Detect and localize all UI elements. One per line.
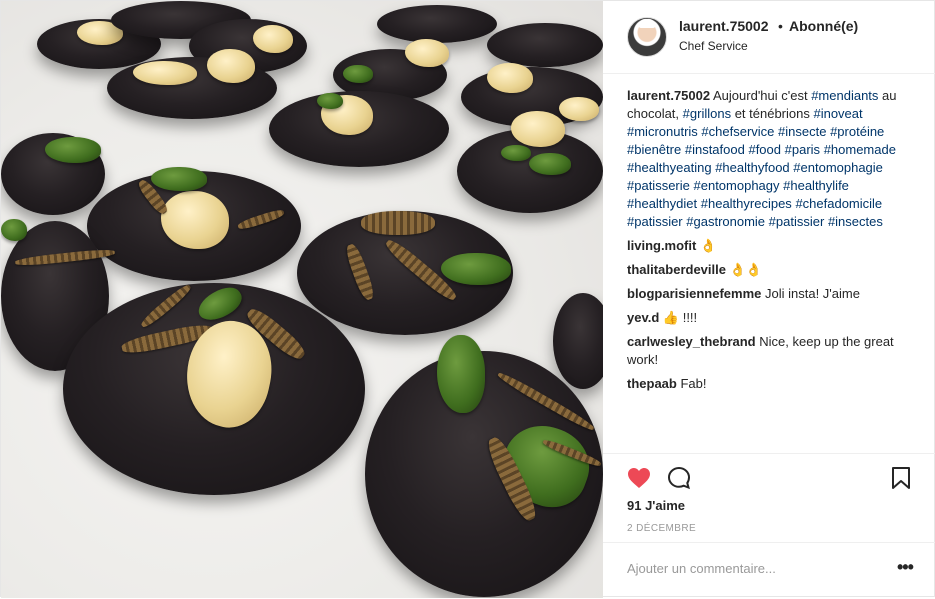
comment-username[interactable]: thalitaberdeville xyxy=(627,262,726,277)
almond xyxy=(487,63,533,93)
post-header: laurent.75002 • Abonné(e) Chef Service xyxy=(603,1,935,74)
chocolate-disc xyxy=(377,5,497,43)
caption-text-segment: Aujourd'hui c'est xyxy=(713,88,812,103)
almond xyxy=(161,191,229,249)
hashtag-link[interactable]: #gastronomie xyxy=(686,214,765,229)
pistachio xyxy=(45,137,101,163)
pistachio xyxy=(437,335,485,413)
avatar[interactable] xyxy=(627,17,667,57)
hashtag-link[interactable]: #insecte xyxy=(778,124,826,139)
hashtag-link[interactable]: #bienêtre xyxy=(627,142,681,157)
hashtag-link[interactable]: #healthyfood xyxy=(715,160,789,175)
hashtag-link[interactable]: #chefservice xyxy=(701,124,774,139)
heart-icon[interactable] xyxy=(627,467,651,494)
comment-text: 👍 !!!! xyxy=(662,310,698,325)
caption-text-segment: et ténébrions xyxy=(731,106,814,121)
pistachio xyxy=(343,65,373,83)
chocolate-disc xyxy=(487,23,603,67)
hashtag-link[interactable]: #homemade xyxy=(824,142,896,157)
hashtag-link[interactable]: #inoveat xyxy=(813,106,862,121)
hashtag-link[interactable]: #entomophagy xyxy=(694,178,780,193)
pistachio xyxy=(501,145,531,161)
pistachio xyxy=(441,253,511,285)
add-comment-bar: ••• xyxy=(603,542,935,599)
almond xyxy=(207,49,255,83)
comment-username[interactable]: carlwesley_thebrand xyxy=(627,334,756,349)
hashtag-link[interactable]: #mendiants xyxy=(811,88,878,103)
comment-username[interactable]: living.mofit xyxy=(627,238,696,253)
comment-username[interactable]: blogparisiennefemme xyxy=(627,286,761,301)
hashtag-link[interactable]: #chefadomicile xyxy=(795,196,882,211)
hashtag-link[interactable]: #patissier xyxy=(627,214,683,229)
pistachio xyxy=(1,219,27,241)
cricket xyxy=(361,211,435,235)
hashtag-link[interactable]: #patisserie xyxy=(627,178,690,193)
pistachio xyxy=(151,167,207,191)
almond xyxy=(405,39,449,67)
author-username[interactable]: laurent.75002 xyxy=(679,18,769,34)
hashtag-link[interactable]: #paris xyxy=(785,142,820,157)
hashtag-link[interactable]: #grillons xyxy=(683,106,731,121)
almond xyxy=(133,61,197,85)
comment-username[interactable]: yev.d xyxy=(627,310,659,325)
comment: blogparisiennefemme Joli insta! J'aime xyxy=(627,285,917,303)
hashtag-link[interactable]: #insectes xyxy=(828,214,883,229)
almond xyxy=(511,111,565,147)
more-options-button[interactable]: ••• xyxy=(897,557,914,578)
add-comment-input[interactable] xyxy=(625,560,879,577)
hashtag-link[interactable]: #micronutris xyxy=(627,124,698,139)
comment-text: Fab! xyxy=(680,376,707,391)
hashtag-link[interactable]: #healthydiet xyxy=(627,196,697,211)
hashtag-link[interactable]: #instafood xyxy=(685,142,745,157)
instagram-post: laurent.75002 • Abonné(e) Chef Service l… xyxy=(0,0,935,598)
comment-text: 👌 xyxy=(699,238,717,253)
chocolate-disc xyxy=(553,293,603,389)
post-actions xyxy=(603,453,935,498)
comment: thepaab Fab! xyxy=(627,375,917,393)
comment-username[interactable]: thepaab xyxy=(627,376,677,391)
comment-text: 👌👌 xyxy=(729,262,762,277)
hashtag-link[interactable]: #protéine xyxy=(830,124,884,139)
comment: living.mofit 👌 xyxy=(627,237,917,255)
caption-username[interactable]: laurent.75002 xyxy=(627,88,710,103)
comment: carlwesley_thebrand Nice, keep up the gr… xyxy=(627,333,917,369)
hashtag-link[interactable]: #entomophagie xyxy=(793,160,883,175)
bookmark-icon[interactable] xyxy=(891,466,911,495)
header-separator: • xyxy=(778,18,783,34)
post-photo[interactable] xyxy=(1,1,603,598)
caption-text: Aujourd'hui c'est #mendiants au chocolat… xyxy=(627,88,897,229)
almond xyxy=(253,25,293,53)
pistachio xyxy=(317,93,343,109)
author-subtitle: Chef Service xyxy=(679,39,748,53)
hashtag-link[interactable]: #healthylife xyxy=(783,178,849,193)
hashtag-link[interactable]: #healthyeating xyxy=(627,160,712,175)
post-side-panel: laurent.75002 • Abonné(e) Chef Service l… xyxy=(603,1,935,598)
comment-text: Joli insta! J'aime xyxy=(765,286,860,301)
likes-count[interactable]: 91 J'aime xyxy=(627,498,685,513)
comment-icon[interactable] xyxy=(667,466,691,495)
pistachio xyxy=(529,153,571,175)
almond xyxy=(559,97,599,121)
follow-status-button[interactable]: Abonné(e) xyxy=(789,18,858,34)
post-date[interactable]: 2 DÉCEMBRE xyxy=(627,523,696,534)
hashtag-link[interactable]: #healthyrecipes xyxy=(701,196,792,211)
caption: laurent.75002 Aujourd'hui c'est #mendian… xyxy=(627,87,917,231)
hashtag-link[interactable]: #patissier xyxy=(769,214,825,229)
comments-list: laurent.75002 Aujourd'hui c'est #mendian… xyxy=(627,87,917,399)
comment: yev.d 👍 !!!! xyxy=(627,309,917,327)
comment: thalitaberdeville 👌👌 xyxy=(627,261,917,279)
hashtag-link[interactable]: #food xyxy=(748,142,781,157)
